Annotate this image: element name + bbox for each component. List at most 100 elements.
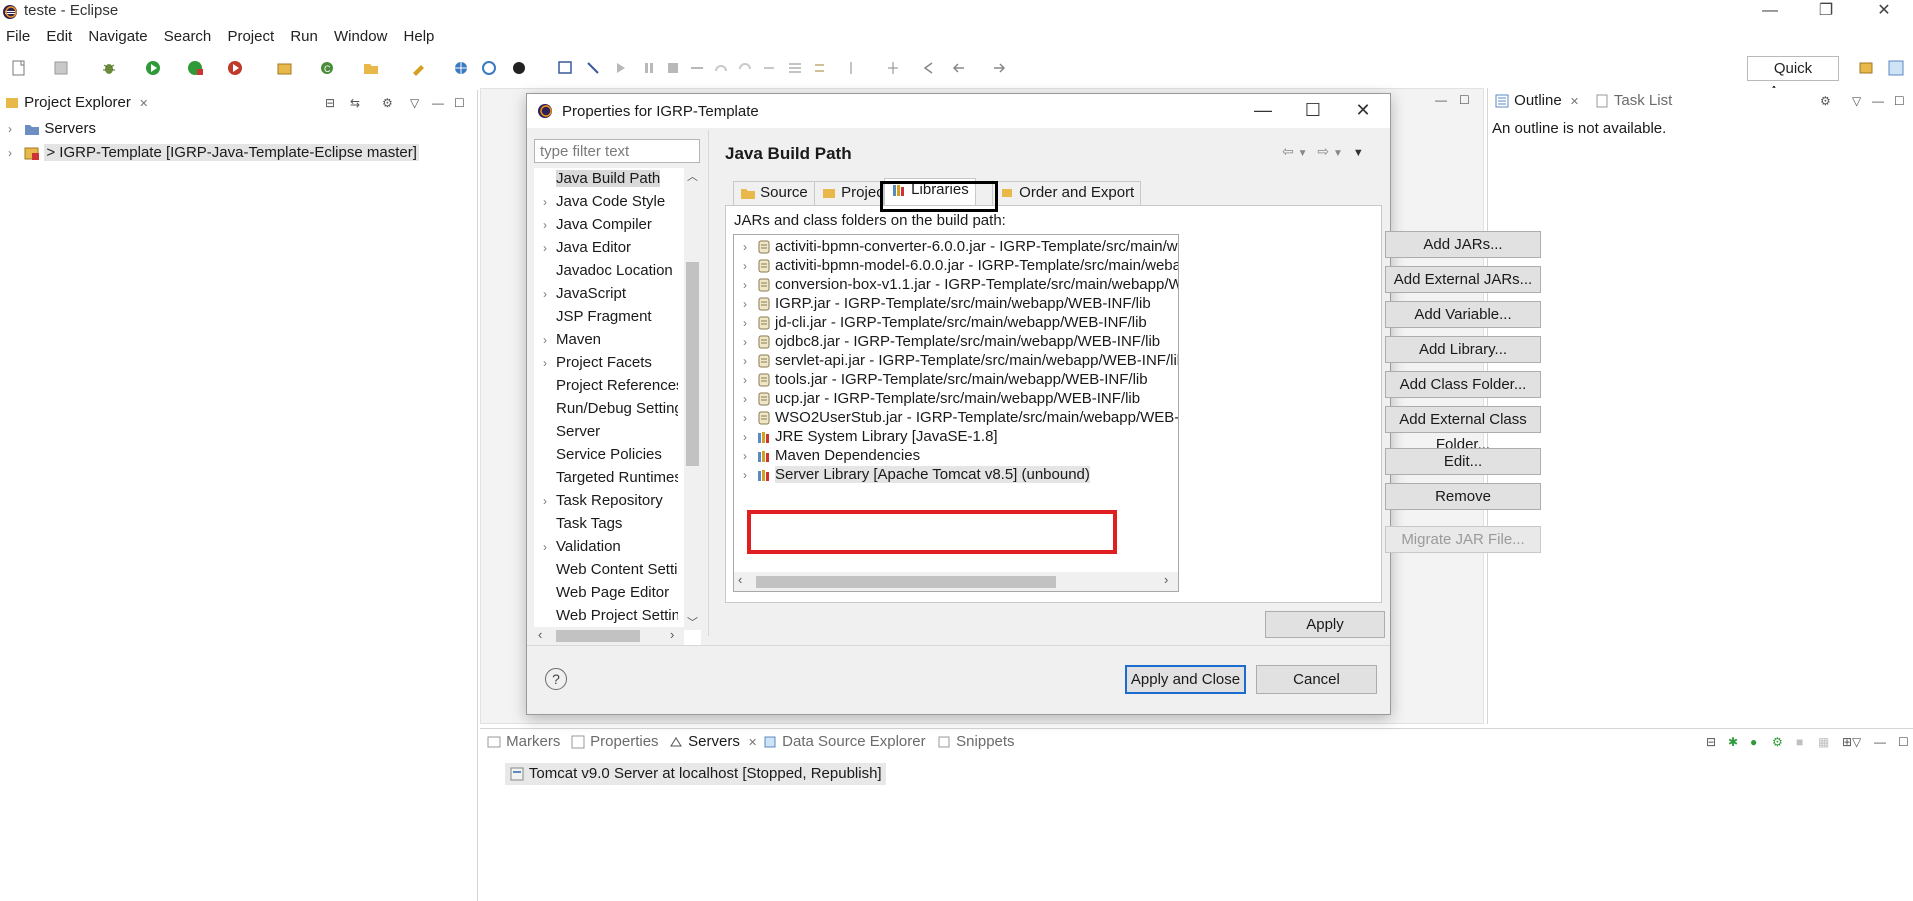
- publish-icon[interactable]: ▦: [1818, 735, 1829, 749]
- tab-snippets[interactable]: Snippets: [936, 733, 1015, 750]
- tree-item-servers[interactable]: › Servers: [8, 120, 96, 137]
- search-icon[interactable]: [410, 59, 428, 77]
- tab-data-source-explorer[interactable]: Data Source Explorer: [762, 733, 926, 750]
- tab-order-and-export[interactable]: Order and Export: [992, 181, 1142, 205]
- nav-item-jsp-fragment[interactable]: JSP Fragment: [534, 306, 678, 328]
- suspend-icon[interactable]: [640, 59, 658, 77]
- nav-item-javadoc-location[interactable]: Javadoc Location: [534, 260, 678, 282]
- add-jars-button[interactable]: Add JARs...: [1385, 231, 1541, 258]
- tab-task-list[interactable]: Task List: [1594, 92, 1672, 109]
- nav-item-web-content-settings[interactable]: Web Content Settings: [534, 559, 678, 581]
- chevron-down-icon[interactable]: ▼: [1298, 148, 1308, 159]
- save-icon[interactable]: [52, 59, 70, 77]
- view-menu-icon[interactable]: ▽: [410, 96, 419, 110]
- restore-button[interactable]: ❐: [1803, 0, 1849, 24]
- globe-icon[interactable]: [452, 59, 470, 77]
- close-view-icon[interactable]: ✕: [748, 737, 757, 749]
- apply-and-close-button[interactable]: Apply and Close: [1125, 665, 1246, 694]
- nav-vertical-scrollbar[interactable]: ︿ ﹀: [684, 168, 701, 630]
- scroll-right-icon[interactable]: ›: [1164, 572, 1168, 587]
- nav-item-web-page-editor[interactable]: Web Page Editor: [534, 582, 678, 604]
- dialog-minimize-button[interactable]: —: [1243, 98, 1283, 124]
- scrollbar-thumb[interactable]: [686, 262, 699, 466]
- debug-icon[interactable]: [100, 59, 118, 77]
- forward-icon[interactable]: [990, 59, 1008, 77]
- back-arrow-icon[interactable]: ⇦: [1282, 143, 1294, 159]
- edit-button[interactable]: Edit...: [1385, 448, 1541, 475]
- chevron-down-icon[interactable]: ▼: [1333, 148, 1343, 159]
- minimize-view-icon[interactable]: —: [1874, 735, 1886, 749]
- nav-item-validation[interactable]: › Validation: [534, 536, 678, 558]
- console-icon[interactable]: [556, 59, 574, 77]
- menu-edit[interactable]: Edit: [40, 26, 78, 47]
- nav-item-java-compiler[interactable]: › Java Compiler: [534, 214, 678, 236]
- minimize-editor-icon[interactable]: —: [1435, 93, 1447, 107]
- nav-item-project-references[interactable]: Project References: [534, 375, 678, 397]
- minimize-view-icon[interactable]: —: [1872, 94, 1884, 108]
- library-row-selected[interactable]: › Server Library [Apache Tomcat v8.5] (un…: [734, 463, 1090, 486]
- step-into-icon[interactable]: [712, 59, 730, 77]
- help-icon[interactable]: ?: [545, 668, 567, 690]
- add-library-button[interactable]: Add Library...: [1385, 336, 1541, 363]
- step-return-icon[interactable]: [760, 59, 778, 77]
- server-entry[interactable]: Tomcat v9.0 Server at localhost [Stopped…: [505, 763, 886, 785]
- forward-arrow-icon[interactable]: ⇨: [1317, 143, 1329, 159]
- menu-window[interactable]: Window: [328, 26, 393, 47]
- new-java-class-icon[interactable]: C: [318, 59, 336, 77]
- nav-item-project-facets[interactable]: › Project Facets: [534, 352, 678, 374]
- libraries-horizontal-scrollbar[interactable]: ‹ ›: [734, 572, 1178, 591]
- add-variable-button[interactable]: Add Variable...: [1385, 301, 1541, 328]
- add-external-class-folder-button[interactable]: Add External Class Folder...: [1385, 406, 1541, 453]
- toggle-annotation-icon[interactable]: [786, 59, 804, 77]
- tab-outline[interactable]: Outline ✕: [1494, 92, 1579, 109]
- disconnect-icon[interactable]: [688, 59, 706, 77]
- nav-item-run-debug-settings[interactable]: Run/Debug Settings: [534, 398, 678, 420]
- last-edit-icon[interactable]: [884, 59, 902, 77]
- add-external-jars-button[interactable]: Add External JARs...: [1385, 266, 1541, 293]
- tab-servers[interactable]: Servers ✕: [668, 733, 758, 751]
- java-ee-perspective-icon[interactable]: [1887, 59, 1905, 77]
- scroll-up-icon[interactable]: ︿: [687, 168, 698, 184]
- maximize-editor-icon[interactable]: ☐: [1459, 93, 1470, 107]
- new-icon[interactable]: [10, 59, 28, 77]
- nav-item-task-tags[interactable]: Task Tags: [534, 513, 678, 535]
- menu-help[interactable]: Help: [398, 26, 441, 47]
- minimize-view-icon[interactable]: —: [432, 96, 444, 110]
- scroll-left-icon[interactable]: ‹: [538, 627, 542, 642]
- prev-annotation-icon[interactable]: [842, 59, 860, 77]
- tab-project-explorer[interactable]: Project Explorer ✕: [4, 94, 148, 111]
- run-icon[interactable]: [144, 59, 162, 77]
- nav-item-maven[interactable]: › Maven: [534, 329, 678, 351]
- nav-item-web-project-settings[interactable]: Web Project Settings: [534, 605, 678, 627]
- filter-input[interactable]: [534, 139, 700, 163]
- start-server-icon[interactable]: ●: [1750, 735, 1757, 749]
- link-with-editor-icon[interactable]: ⇆: [350, 96, 360, 110]
- menu-run[interactable]: Run: [284, 26, 324, 47]
- tab-properties[interactable]: Properties: [570, 733, 659, 750]
- collapse-icon[interactable]: ⊟: [1706, 735, 1716, 749]
- resume-icon[interactable]: [612, 59, 630, 77]
- next-annotation-icon[interactable]: [812, 59, 830, 77]
- maximize-view-icon[interactable]: ☐: [1894, 94, 1905, 108]
- quick-access-field[interactable]: Quick Access: [1747, 56, 1839, 100]
- add-class-folder-button[interactable]: Add Class Folder...: [1385, 371, 1541, 398]
- migrate-jar-button[interactable]: Migrate JAR File...: [1385, 526, 1541, 553]
- nav-horizontal-scrollbar[interactable]: ‹ ›: [534, 627, 684, 645]
- menu-search[interactable]: Search: [158, 26, 218, 47]
- scrollbar-thumb[interactable]: [556, 630, 640, 642]
- collapse-all-icon[interactable]: ⊟: [325, 96, 335, 110]
- scrollbar-thumb[interactable]: [756, 576, 1056, 588]
- nav-item-targeted-runtimes[interactable]: Targeted Runtimes: [534, 467, 678, 489]
- pin-icon[interactable]: [584, 59, 602, 77]
- scroll-left-icon[interactable]: ‹: [738, 572, 742, 587]
- menu-navigate[interactable]: Navigate: [82, 26, 153, 47]
- maximize-view-icon[interactable]: ☐: [1898, 735, 1909, 749]
- step-over-icon[interactable]: [736, 59, 754, 77]
- page-menu-icon[interactable]: ▼: [1353, 147, 1364, 159]
- debug-server-icon[interactable]: ✱: [1728, 735, 1738, 749]
- remove-button[interactable]: Remove: [1385, 483, 1541, 510]
- nav-item-java-code-style[interactable]: › Java Code Style: [534, 191, 678, 213]
- back-icon[interactable]: [950, 59, 968, 77]
- tab-markers[interactable]: Markers: [486, 733, 560, 750]
- scroll-right-icon[interactable]: ›: [670, 627, 674, 642]
